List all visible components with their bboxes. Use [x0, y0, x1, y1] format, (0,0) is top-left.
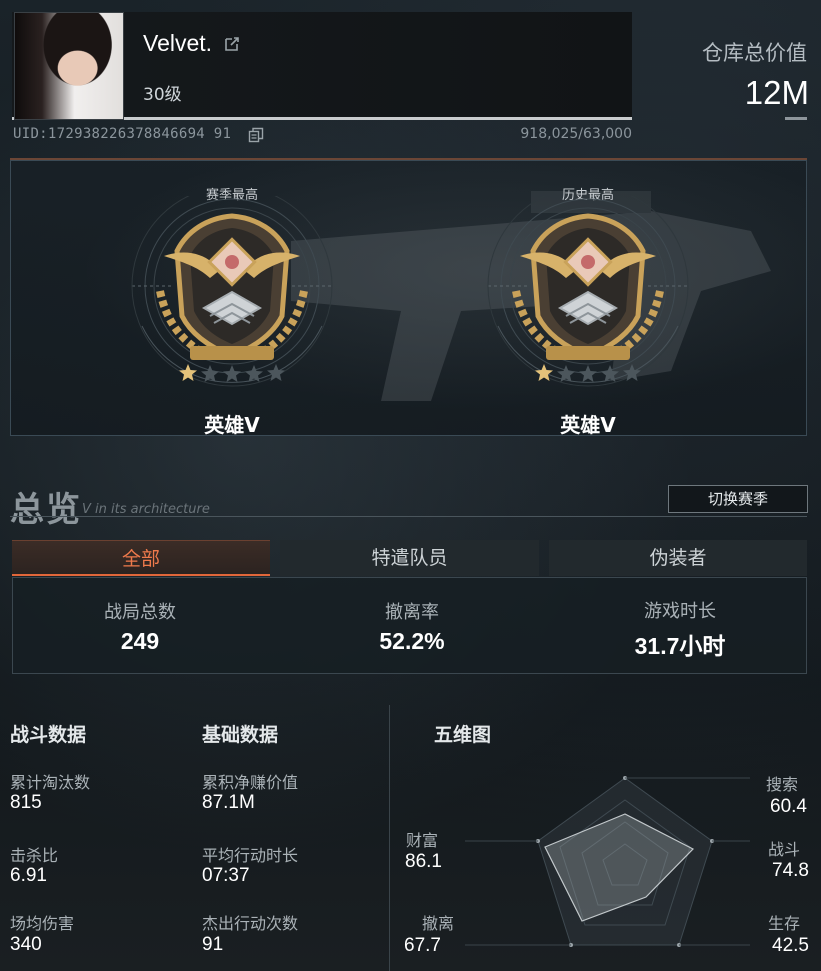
overview-watermark: V in its architecture: [82, 502, 210, 517]
edit-link-icon[interactable]: [224, 36, 240, 52]
stat-label: 累计淘汰数: [10, 773, 91, 792]
tab-operatives[interactable]: 特遣队员: [280, 540, 539, 576]
radar-axis-combat: 战斗: [768, 840, 801, 859]
stat-value: 815: [10, 792, 42, 813]
all-time-best-rank[interactable]: 历史最高 英雄V: [448, 166, 728, 437]
extraction-rate-label: 撤离率: [385, 602, 439, 623]
radar-axis-wealth: 财富: [406, 831, 439, 850]
stats-divider: [389, 705, 390, 971]
matches-value: 249: [120, 628, 160, 654]
overview-title: 总览: [10, 490, 82, 530]
overview-divider: [10, 516, 807, 517]
stat-label: 击杀比: [10, 846, 59, 865]
stat-value: 6.91: [10, 865, 47, 886]
tab-all[interactable]: 全部: [12, 540, 270, 576]
stat-label: 平均行动时长: [202, 846, 299, 865]
stat-label: 杰出行动次数: [202, 914, 299, 933]
extraction-rate-value: 52.2%: [379, 628, 445, 654]
warehouse-value: 12M: [744, 74, 809, 111]
stat-label: 场均伤害: [10, 914, 75, 933]
warehouse-label: 仓库总价值: [702, 41, 807, 65]
warehouse-underline: [785, 117, 807, 120]
stat-value: 91: [202, 934, 224, 955]
radar-value-search: 60.4: [770, 796, 807, 817]
radar-leader-lines: [465, 777, 750, 946]
tab-disguiser[interactable]: 伪装者: [549, 540, 807, 576]
matches-label: 战局总数: [104, 602, 176, 623]
radar-axis-survival: 生存: [768, 914, 801, 933]
copy-icon[interactable]: [248, 127, 264, 143]
player-level: 30级: [143, 85, 182, 105]
combat-data-title: 战斗数据: [10, 724, 87, 746]
stat-value: 07:37: [202, 865, 250, 886]
radar-axis-extraction: 撤离: [422, 914, 455, 933]
player-uid: UID:172938226378846694 91: [13, 126, 232, 142]
stat-value: 340: [10, 934, 42, 955]
playtime-value: 31.7小时: [634, 633, 726, 659]
radar-value-combat: 74.8: [772, 860, 809, 881]
radar-title: 五维图: [434, 724, 492, 746]
experience-progress: 918,025/63,000: [520, 126, 632, 142]
radar-value-wealth: 86.1: [405, 851, 442, 872]
rank-stars: [179, 364, 285, 382]
switch-season-button[interactable]: 切换赛季: [668, 485, 808, 513]
radar-value-survival: 42.5: [772, 935, 809, 956]
season-best-rank[interactable]: 赛季最高 英雄V: [92, 166, 372, 437]
rank-name: 英雄V: [204, 413, 260, 437]
playtime-label: 游戏时长: [644, 601, 716, 622]
rank-name: 英雄V: [560, 413, 616, 437]
stat-value: 87.1M: [202, 792, 255, 813]
stat-label: 累积净赚价值: [202, 773, 299, 792]
radar-value-extraction: 67.7: [404, 935, 441, 956]
radar-axis-search: 搜索: [766, 775, 799, 794]
basic-data-title: 基础数据: [202, 724, 279, 746]
rank-stars: [535, 364, 641, 382]
username: Velvet.: [143, 30, 213, 56]
avatar[interactable]: [14, 12, 124, 120]
